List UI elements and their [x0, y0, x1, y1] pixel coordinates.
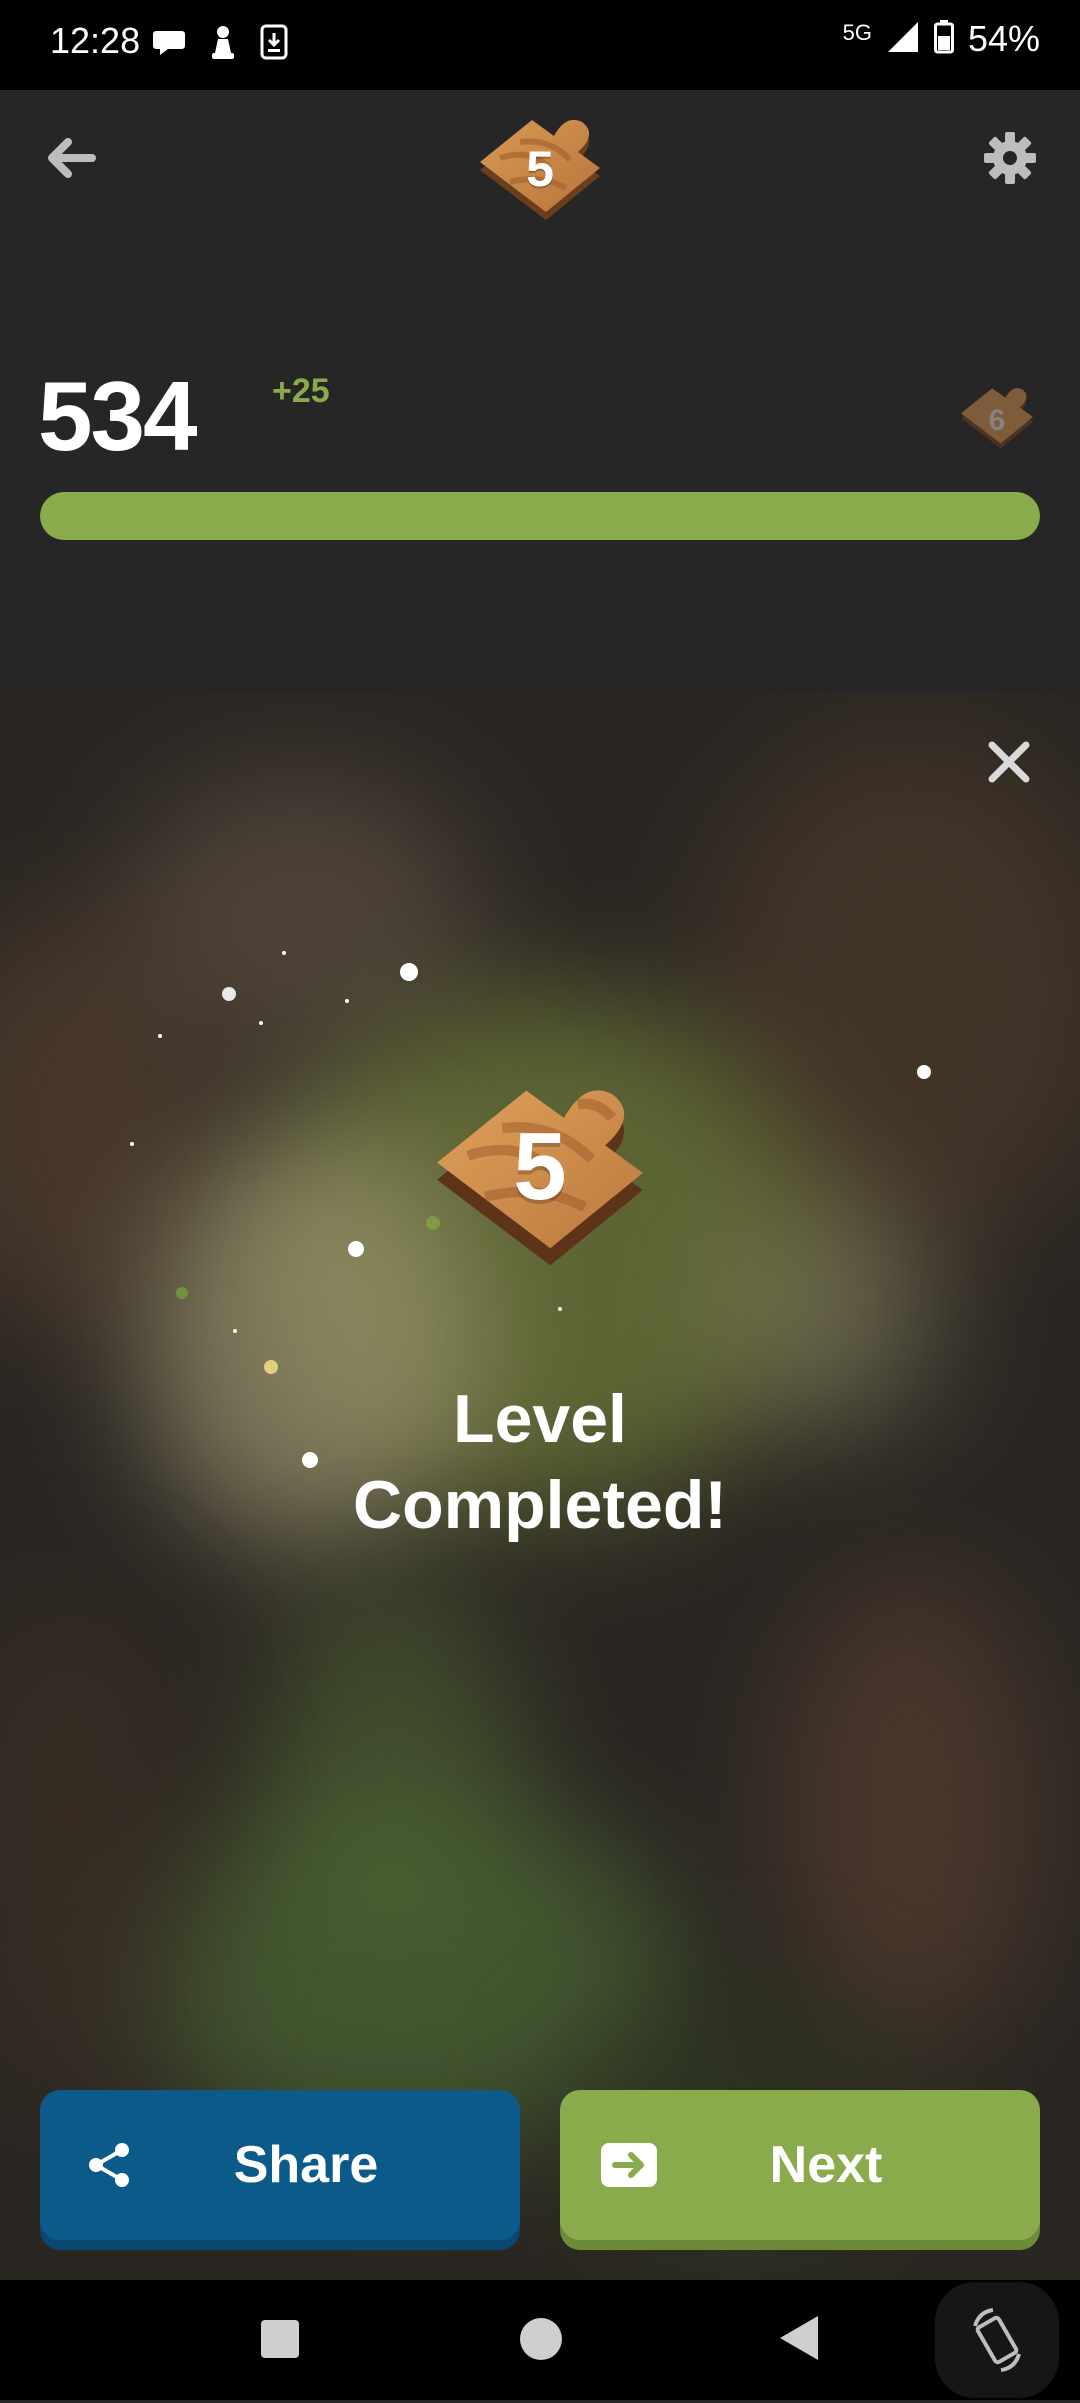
battery-icon — [933, 19, 954, 59]
chess-pawn-icon — [208, 24, 238, 65]
sparkle — [264, 1360, 278, 1374]
status-notification-icons — [152, 24, 288, 65]
next-button-label: Next — [769, 2136, 883, 2194]
share-icon — [76, 2132, 142, 2198]
current-level-badge: 5 — [470, 108, 610, 238]
close-button[interactable] — [982, 735, 1036, 789]
download-icon — [260, 24, 288, 65]
share-button[interactable]: Share — [40, 2090, 520, 2240]
rotate-icon — [973, 2308, 1021, 2372]
level-progress-fill — [40, 492, 1040, 540]
chat-bubble-icon — [152, 25, 186, 64]
level-progress-bar — [40, 492, 1040, 540]
back-triangle-icon[interactable] — [780, 2316, 818, 2360]
score-value: 534 — [38, 361, 198, 471]
status-right: 5G 54% — [843, 18, 1040, 60]
completed-level-badge: 5 — [420, 1062, 660, 1294]
next-button[interactable]: Next — [560, 2090, 1040, 2240]
next-level-number: 6 — [988, 404, 1006, 437]
rotate-button[interactable] — [935, 2282, 1059, 2398]
completed-level-number: 5 — [513, 1113, 567, 1220]
status-bar: 12:28 5G 54% — [0, 0, 1080, 90]
battery-percent: 54% — [967, 18, 1040, 59]
home-circle-icon[interactable] — [520, 2318, 562, 2360]
sparkle — [917, 1065, 931, 1079]
status-time: 12:28 — [50, 20, 141, 61]
gear-icon — [984, 132, 1036, 184]
sparkle — [233, 1329, 237, 1333]
title-line-2: Completed! — [353, 1467, 727, 1543]
score-bonus: +25 — [272, 372, 330, 410]
arrow-right-box-icon — [596, 2132, 662, 2198]
back-button[interactable] — [42, 130, 98, 186]
sparkle — [130, 1142, 134, 1146]
recents-square-icon[interactable] — [261, 2320, 299, 2358]
sparkle — [558, 1307, 562, 1311]
share-button-label: Share — [233, 2136, 379, 2194]
sparkle — [176, 1287, 188, 1299]
sparkle — [348, 1241, 364, 1257]
settings-button[interactable] — [982, 130, 1038, 186]
title-line-1: Level — [453, 1381, 627, 1457]
close-icon — [988, 741, 1030, 783]
current-level-number: 5 — [526, 141, 554, 197]
sparkle — [282, 951, 286, 955]
next-level-badge: 6 — [955, 380, 1039, 460]
sparkle — [158, 1034, 162, 1038]
sparkle — [259, 1021, 263, 1025]
signal-icon — [886, 20, 920, 59]
arrow-left-icon — [48, 138, 96, 178]
sparkle — [222, 987, 236, 1001]
sparkle — [400, 963, 418, 981]
sparkle — [345, 999, 349, 1003]
network-type: 5G — [842, 20, 872, 45]
level-completed-title: Level Completed! — [240, 1376, 840, 1548]
